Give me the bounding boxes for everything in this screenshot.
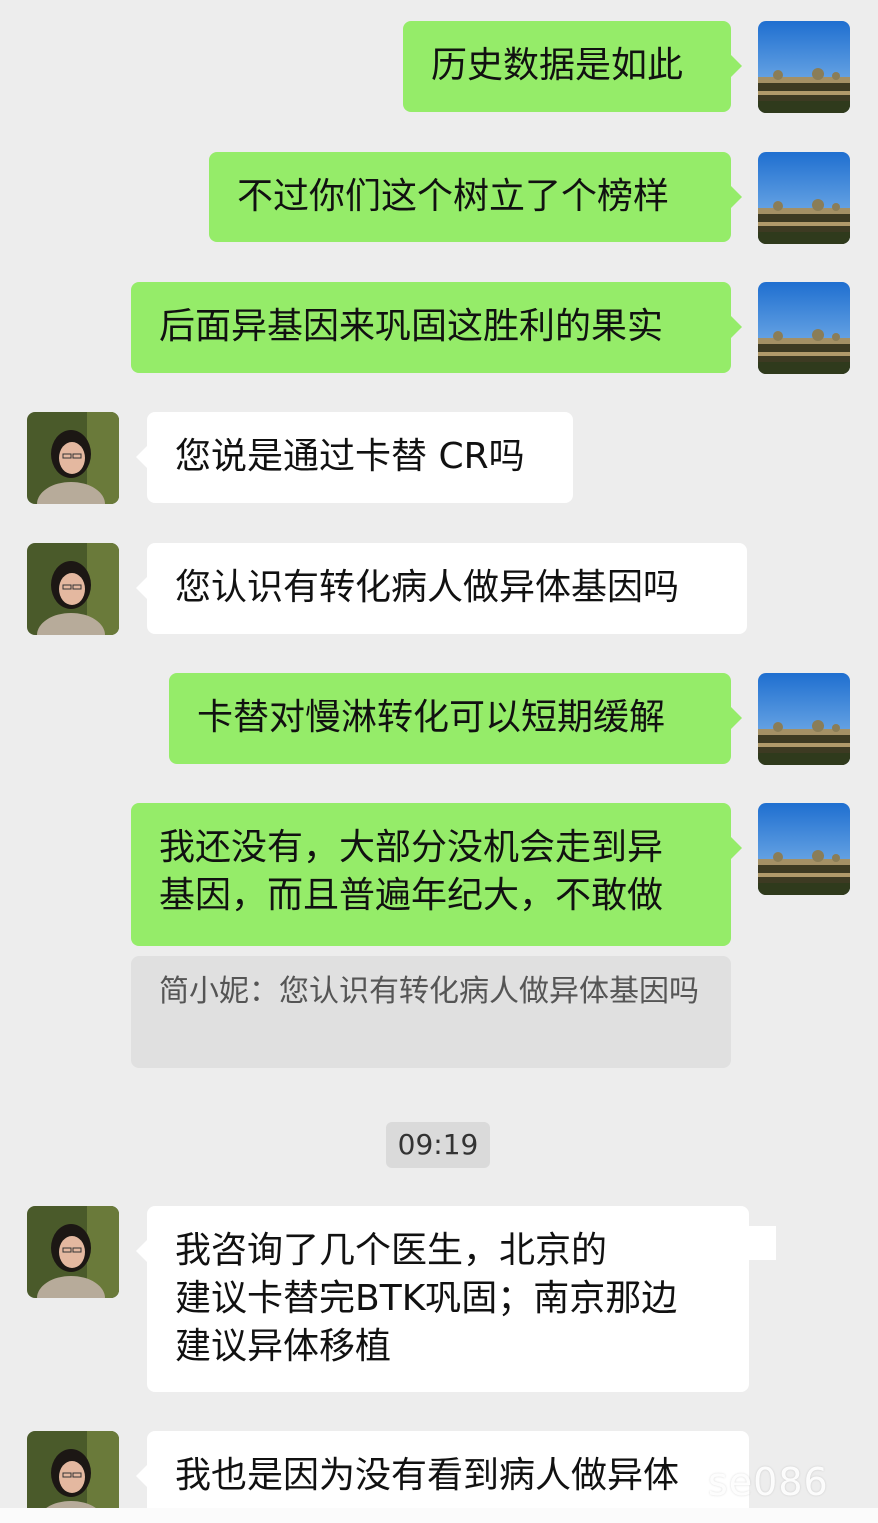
my-avatar[interactable] [758,803,850,895]
landscape-avatar-icon [758,803,850,895]
message-bubble-contact[interactable]: 我也是因为没有看到病人做异体 [136,1431,749,1508]
redaction-patch [640,1226,776,1260]
message-bubble-me[interactable]: 历史数据是如此 [403,21,742,112]
message-bubble-me[interactable]: 后面异基因来巩固这胜利的果实 [131,282,742,373]
woman-portrait-avatar-icon [27,543,119,635]
message-text: 您认识有转化病人做异体基因吗 [175,567,680,608]
contact-avatar[interactable] [27,1206,119,1298]
timestamp: 09:19 [386,1122,490,1168]
my-avatar[interactable] [758,152,850,244]
landscape-avatar-icon [758,282,850,374]
woman-portrait-avatar-icon [27,1206,119,1298]
contact-avatar[interactable] [27,1431,119,1508]
contact-avatar[interactable] [27,543,119,635]
message-text-line: 建议异体移植 [175,1326,392,1367]
my-avatar[interactable] [758,282,850,374]
message-bubble-me[interactable]: 卡替对慢淋转化可以短期缓解 [169,673,742,764]
message-bubble-me[interactable]: 我还没有，大部分没机会走到异 基因，而且普遍年纪大，不敢做 [131,803,742,946]
woman-portrait-avatar-icon [27,1431,119,1508]
my-avatar[interactable] [758,21,850,113]
message-text: 我也是因为没有看到病人做异体 [175,1455,680,1496]
my-avatar[interactable] [758,673,850,765]
message-bubble-contact[interactable]: 您说是通过卡替 CR吗 [136,412,573,503]
message-text-line: 我还没有，大部分没机会走到异 [159,827,664,868]
quoted-message[interactable]: 简小妮：您认识有转化病人做异体基因吗 [131,956,731,1068]
message-text: 历史数据是如此 [431,45,684,86]
quoted-message-text: 简小妮：您认识有转化病人做异体基因吗 [159,974,699,1009]
landscape-avatar-icon [758,21,850,113]
contact-avatar[interactable] [27,412,119,504]
bottom-edge [0,1508,878,1523]
message-text: 您说是通过卡替 CR吗 [175,436,525,477]
woman-portrait-avatar-icon [27,412,119,504]
message-text-line: 基因，而且普遍年纪大，不敢做 [159,875,664,916]
message-text-line: 建议卡替完BTK巩固；南京那边 [175,1278,678,1319]
watermark: se086 [708,1460,829,1504]
message-text: 不过你们这个树立了个榜样 [237,176,670,217]
landscape-avatar-icon [758,152,850,244]
message-bubble-contact[interactable]: 您认识有转化病人做异体基因吗 [136,543,747,634]
message-text: 卡替对慢淋转化可以短期缓解 [197,697,666,738]
landscape-avatar-icon [758,673,850,765]
chat-area[interactable]: 历史数据是如此 不过你们这个树立了个榜样 后面异基因来巩固这胜利的果实 您说是通… [0,0,878,1508]
message-text: 后面异基因来巩固这胜利的果实 [159,306,664,347]
message-bubble-me[interactable]: 不过你们这个树立了个榜样 [209,152,742,242]
